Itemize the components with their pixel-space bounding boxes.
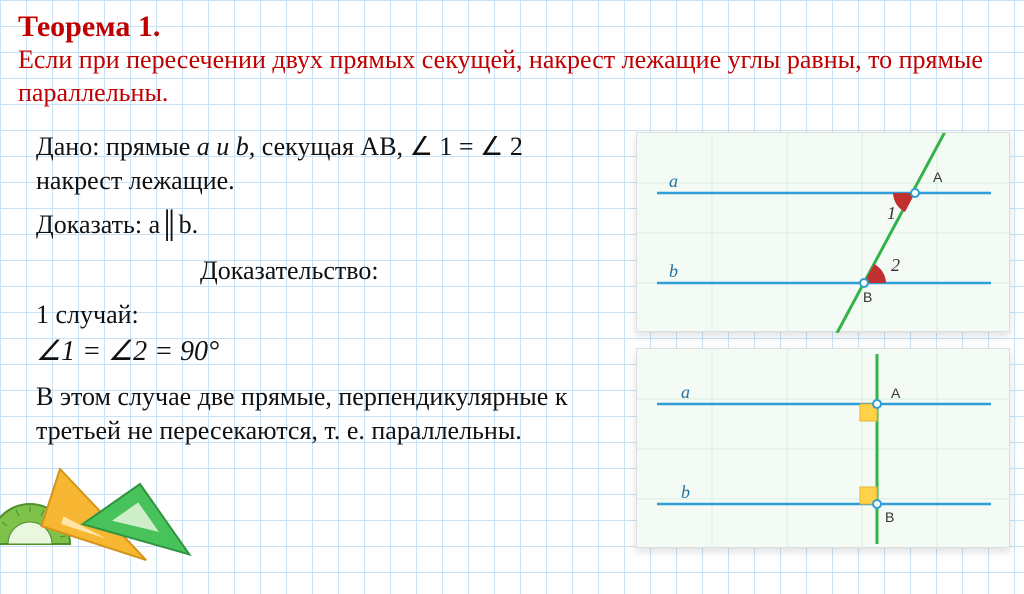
fig1-line-b-label: b bbox=[669, 261, 678, 282]
fig1-line-a-label: a bbox=[669, 171, 678, 192]
prove-prefix: Доказать: bbox=[36, 210, 149, 239]
theorem-title: Теорема 1. bbox=[18, 10, 160, 44]
given-secant: секущая AB, bbox=[255, 132, 409, 161]
figure-1: a b A B 1 2 bbox=[636, 132, 1010, 332]
prove-expr: a║b. bbox=[149, 210, 198, 239]
figure-2: a b A B bbox=[636, 348, 1010, 548]
fig1-angle-2-label: 2 bbox=[891, 255, 900, 276]
case1-label: 1 случай: bbox=[36, 300, 139, 330]
fig1-point-b-label: B bbox=[863, 289, 872, 305]
theorem-statement: Если при пересечении двух прямых секущей… bbox=[18, 44, 988, 109]
fig2-line-b-label: b bbox=[681, 482, 690, 503]
fig2-point-a-label: A bbox=[891, 385, 900, 401]
given-prefix: Дано: прямые bbox=[36, 132, 197, 161]
figure-2-svg bbox=[637, 349, 1011, 549]
given-lines: a и b, bbox=[197, 132, 256, 161]
fig1-point-a-label: A bbox=[933, 169, 942, 185]
proof-header: Доказательство: bbox=[200, 256, 379, 286]
case1-text: В этом случае две прямые, перпендикулярн… bbox=[36, 380, 596, 448]
fig2-point-b-label: B bbox=[885, 509, 894, 525]
geometry-tools-icon bbox=[0, 424, 230, 594]
case1-equation: ∠1 = ∠2 = 90° bbox=[36, 334, 219, 368]
prove-block: Доказать: a║b. bbox=[36, 210, 566, 240]
given-block: Дано: прямые a и b, секущая AB, ∠ 1 = ∠ … bbox=[36, 130, 566, 198]
fig1-angle-1-label: 1 bbox=[887, 203, 896, 224]
fig2-line-a-label: a bbox=[681, 382, 690, 403]
figure-1-svg bbox=[637, 133, 1011, 333]
